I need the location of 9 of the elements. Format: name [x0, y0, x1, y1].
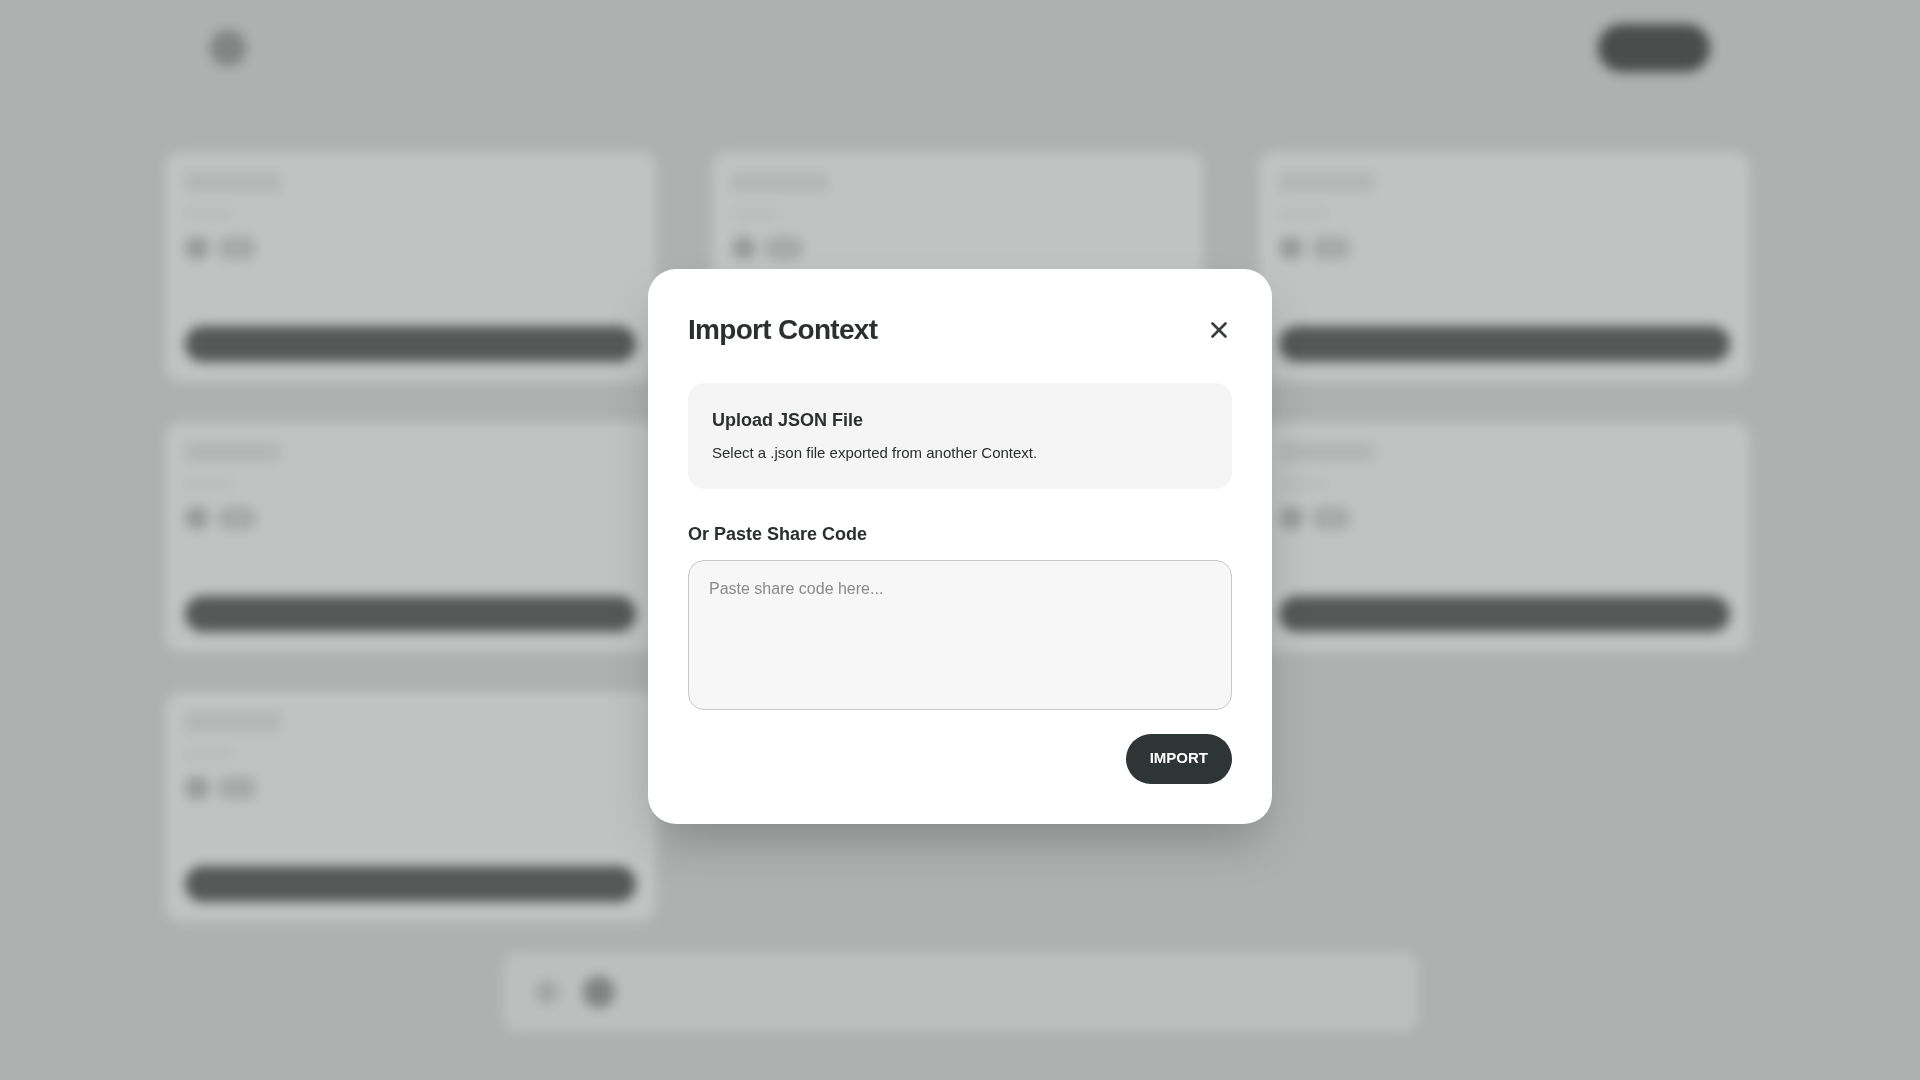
- share-code-field[interactable]: Paste share code here...: [688, 559, 1232, 710]
- blurred-avatar: [210, 30, 246, 66]
- dialog-title: Import Context: [688, 313, 878, 347]
- upload-description: Select a .json file exported from another Context.: [712, 443, 1039, 463]
- import-button[interactable]: IMPORT: [1125, 733, 1232, 784]
- share-code-label: Or Paste Share Code: [688, 522, 869, 546]
- upload-panel[interactable]: Upload JSON File Select a .json file exported from another Context.: [688, 383, 1232, 489]
- blurred-avatar: [582, 976, 615, 1008]
- upload-title: Upload JSON File: [712, 409, 865, 432]
